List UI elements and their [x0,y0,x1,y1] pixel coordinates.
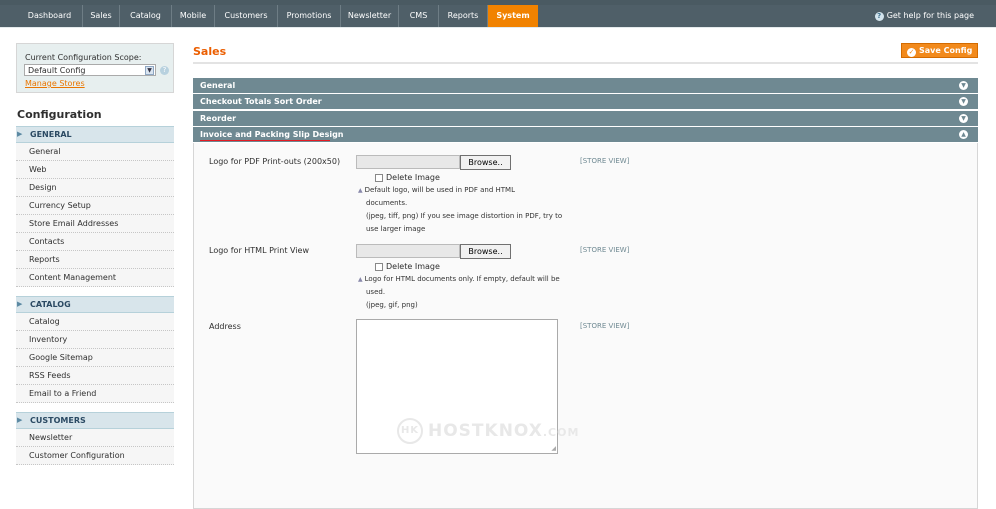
sidebar-item-general[interactable]: General [16,143,174,161]
scope-select-value: Default Config [28,66,86,75]
tab-mobile[interactable]: Mobile [172,5,215,27]
logo-html-label: Logo for HTML Print View [209,246,310,255]
logo-html-browse-button[interactable]: Browse.. [460,244,511,259]
help-icon[interactable]: ? [160,66,169,75]
checkmark-icon: ✓ [907,48,916,57]
triangle-icon: ▶ [17,416,23,424]
help-link[interactable]: ? Get help for this page [874,5,974,27]
logo-pdf-delete-checkbox[interactable] [375,174,383,182]
logo-pdf-delete-label: Delete Image [386,173,440,182]
sidebar-item-content-management[interactable]: Content Management [16,269,174,287]
chevron-up-icon: ▲ [959,130,968,139]
invoice-fieldset: Logo for PDF Print-outs (200x50) Browse.… [193,143,978,509]
resize-grip-icon[interactable]: ◢ [551,445,556,452]
page-title: Sales [193,45,227,58]
section-invoice-packing-slip-design[interactable]: Invoice and Packing Slip Design ▲ [193,127,978,142]
sidebar-item-contacts[interactable]: Contacts [16,233,174,251]
group-catalog: ▶ CATALOG [16,296,174,313]
group-customers: ▶ CUSTOMERS [16,412,174,429]
triangle-icon: ▲ [358,276,363,283]
help-icon: ? [874,12,884,21]
logo-pdf-label: Logo for PDF Print-outs (200x50) [209,157,341,166]
sidebar-item-email-to-a-friend[interactable]: Email to a Friend [16,385,174,403]
tab-customers[interactable]: Customers [215,5,278,27]
section-checkout-totals-sort-order[interactable]: Checkout Totals Sort Order ▼ [193,94,978,109]
sidebar-item-web[interactable]: Web [16,161,174,179]
sidebar-item-store-email-addresses[interactable]: Store Email Addresses [16,215,174,233]
logo-pdf-scope: [STORE VIEW] [580,157,630,165]
chevron-down-icon: ▼ [959,97,968,106]
chevron-down-icon: ▼ [145,66,154,75]
sidebar-item-customer-configuration[interactable]: Customer Configuration [16,447,174,465]
logo-html-scope: [STORE VIEW] [580,246,630,254]
logo-pdf-file-input[interactable] [356,155,460,169]
red-underline [200,140,330,141]
logo-html-note: ▲ Logo for HTML documents only. If empty,… [358,275,560,309]
tab-newsletter[interactable]: Newsletter [341,5,399,27]
config-title: Configuration [17,108,102,121]
sidebar-item-reports[interactable]: Reports [16,251,174,269]
hostknox-logo-icon: HK [397,418,423,444]
tab-promotions[interactable]: Promotions [278,5,341,27]
section-reorder[interactable]: Reorder ▼ [193,111,978,126]
logo-html-delete-label: Delete Image [386,262,440,271]
group-general: ▶ GENERAL [16,126,174,143]
sidebar-item-google-sitemap[interactable]: Google Sitemap [16,349,174,367]
tab-catalog[interactable]: Catalog [120,5,172,27]
triangle-icon: ▶ [17,130,23,138]
sidebar-item-currency-setup[interactable]: Currency Setup [16,197,174,215]
tab-sales[interactable]: Sales [83,5,120,27]
logo-pdf-note: ▲ Default logo, will be used in PDF and H… [358,186,563,233]
address-scope: [STORE VIEW] [580,322,630,330]
address-label: Address [209,322,241,331]
chevron-down-icon: ▼ [959,114,968,123]
logo-html-delete-checkbox[interactable] [375,263,383,271]
main-nav: Dashboard Sales Catalog Mobile Customers… [0,5,996,28]
section-general[interactable]: General ▼ [193,78,978,93]
triangle-icon: ▲ [358,187,363,194]
scope-label: Current Configuration Scope: [25,53,142,62]
help-text: Get help for this page [886,11,974,20]
sidebar-item-newsletter[interactable]: Newsletter [16,429,174,447]
sidebar: Current Configuration Scope: Default Con… [16,43,174,473]
chevron-down-icon: ▼ [959,81,968,90]
tab-reports[interactable]: Reports [439,5,488,27]
tab-dashboard[interactable]: Dashboard [17,5,83,27]
divider [193,62,978,64]
sidebar-item-rss-feeds[interactable]: RSS Feeds [16,367,174,385]
save-config-button[interactable]: ✓ Save Config [901,43,978,58]
logo-pdf-browse-button[interactable]: Browse.. [460,155,511,170]
scope-switcher: Current Configuration Scope: Default Con… [16,43,174,93]
triangle-icon: ▶ [17,300,23,308]
sidebar-item-catalog[interactable]: Catalog [16,313,174,331]
sidebar-item-inventory[interactable]: Inventory [16,331,174,349]
sidebar-item-design[interactable]: Design [16,179,174,197]
watermark: HK HOSTKNOX.COM [397,418,579,444]
manage-stores-link[interactable]: Manage Stores [25,79,85,88]
tab-system[interactable]: System [488,5,538,27]
scope-select[interactable]: Default Config ▼ [24,64,156,76]
tab-cms[interactable]: CMS [399,5,439,27]
logo-html-file-input[interactable] [356,244,460,258]
